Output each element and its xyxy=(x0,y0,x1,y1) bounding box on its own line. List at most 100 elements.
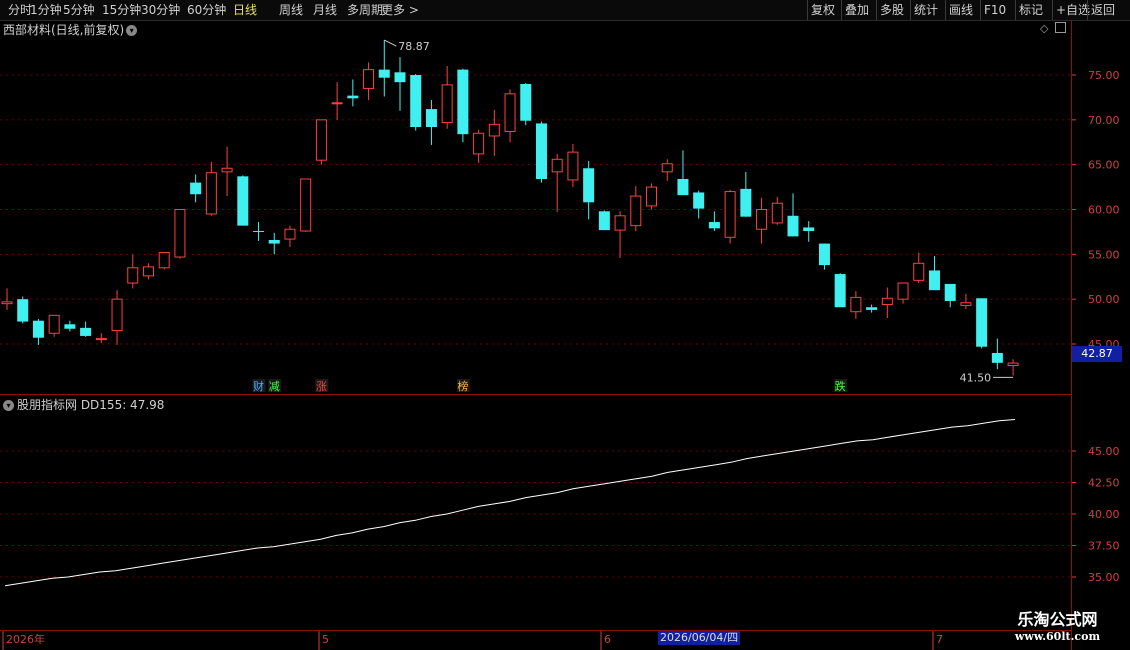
candle-body-down xyxy=(253,231,265,233)
candle-body-up xyxy=(724,191,736,238)
date-label: 5 xyxy=(322,633,329,646)
event-badge: 涨 xyxy=(316,380,327,393)
candle-body-up xyxy=(661,163,673,173)
candle-body-down xyxy=(394,72,406,83)
candle-body-up xyxy=(1,301,13,305)
candle-body-up xyxy=(630,195,642,227)
candle-body-up xyxy=(300,178,312,232)
candle-body-down xyxy=(347,95,359,99)
candle-body-up xyxy=(48,314,60,334)
candle-body-down xyxy=(425,109,437,128)
candle-body-down xyxy=(787,215,799,237)
date-label: 2026年 xyxy=(6,632,45,646)
candle-body-down xyxy=(944,283,956,301)
candle-body-down xyxy=(693,192,705,209)
watermark-url: www.60lt.com xyxy=(1014,630,1101,643)
cursor-date-label: 2026/06/04/四 xyxy=(658,631,741,645)
event-badge: 跌 xyxy=(835,379,846,393)
candle-body-up xyxy=(881,297,893,306)
candle-body-down xyxy=(410,75,422,128)
candle-body-down xyxy=(80,327,92,336)
candle-body-up xyxy=(551,158,563,173)
high-marker-line xyxy=(384,39,397,47)
event-badge: 减 xyxy=(269,380,280,393)
candle-body-up xyxy=(504,93,516,132)
candle-body-up xyxy=(174,209,186,258)
candle-body-down xyxy=(866,307,878,310)
price-tick-label: 75.00 xyxy=(1088,69,1120,82)
indicator-tick-label: 42.50 xyxy=(1088,477,1120,490)
event-badge: 财 xyxy=(253,379,264,393)
candle-body-down xyxy=(976,298,988,347)
candle-body-down xyxy=(268,239,280,244)
candle-body-down xyxy=(928,270,940,291)
dd155-line xyxy=(4,419,1016,587)
candle-body-down xyxy=(17,299,29,322)
candle-body-up xyxy=(205,172,217,215)
date-label: 7 xyxy=(936,633,943,646)
candle-body-up xyxy=(127,267,139,284)
candle-body-down xyxy=(708,222,720,229)
candle-body-down xyxy=(457,69,469,135)
candle-body-down xyxy=(677,179,689,196)
candle-body-down xyxy=(991,352,1003,363)
kline-chart[interactable]: 75.00 70.00 65.00 60.00 55.00 50.00 45.00 78.87… xyxy=(0,0,1130,650)
candle-body-down xyxy=(834,274,846,308)
candle-body-up xyxy=(913,262,925,281)
indicator-tick-label: 45.00 xyxy=(1088,445,1120,458)
candle-body-down xyxy=(32,320,44,338)
candle-body-down xyxy=(740,188,752,217)
candle-body-up xyxy=(284,228,296,240)
candle-body-up xyxy=(897,282,909,300)
candle-body-up xyxy=(315,119,327,161)
candle-body-up xyxy=(960,302,972,306)
candle-body-up xyxy=(142,266,154,277)
high-marker-label: 78.87 xyxy=(398,40,430,53)
candle-body-up xyxy=(441,84,453,124)
indicator-tick-label: 37.50 xyxy=(1088,540,1120,553)
price-tick-label: 65.00 xyxy=(1088,159,1120,172)
candle-body-up xyxy=(111,298,123,332)
candle-body-down xyxy=(598,211,610,231)
candle-body-up xyxy=(95,338,107,341)
date-axis-divider xyxy=(0,630,1072,631)
candle-body-up xyxy=(646,186,658,207)
indicator-tick-label: 35.00 xyxy=(1088,571,1120,584)
chevron-down-icon[interactable]: ▾ xyxy=(3,400,14,411)
watermark: 乐淘公式网 www.60lt.com xyxy=(990,606,1125,643)
candle-body-up xyxy=(1007,362,1019,367)
indicator-title[interactable]: ▾ 股朋指标网 DD155: 47.98 xyxy=(3,396,164,413)
watermark-title: 乐淘公式网 xyxy=(1017,610,1098,629)
pane-divider[interactable] xyxy=(0,394,1072,395)
current-price-tag: 42.87 xyxy=(1072,346,1122,362)
candle-body-up xyxy=(756,209,768,230)
candle-body-down xyxy=(535,123,547,180)
candle-body-down xyxy=(190,182,202,195)
candle-body-up xyxy=(473,132,485,155)
candle-body-up xyxy=(850,296,862,313)
candle-body-up xyxy=(567,151,579,181)
indicator-tick-label: 40.00 xyxy=(1088,508,1120,521)
low-marker-label: 41.50 xyxy=(960,371,992,384)
candle-body-down xyxy=(583,168,595,203)
candle-body-up xyxy=(488,123,500,137)
event-badge: 榜 xyxy=(457,379,468,393)
candle-body-up xyxy=(158,252,170,269)
candle-body-up xyxy=(614,215,626,231)
candle-body-down xyxy=(378,69,390,78)
candle-body-down xyxy=(818,243,830,266)
candle-body-down xyxy=(64,324,76,329)
candle-body-down xyxy=(237,176,249,226)
candle-body-up xyxy=(363,69,375,89)
candle-body-up xyxy=(331,102,343,105)
price-tick-label: 60.00 xyxy=(1088,204,1120,217)
indicator-title-text: 股朋指标网 DD155: 47.98 xyxy=(17,398,165,412)
date-label: 6 xyxy=(604,633,611,646)
candle-body-down xyxy=(803,227,815,232)
candle-body-down xyxy=(520,83,532,121)
candle-body-up xyxy=(221,167,233,173)
price-tick-label: 55.00 xyxy=(1088,248,1120,261)
price-tick-label: 50.00 xyxy=(1088,293,1120,306)
price-tick-label: 70.00 xyxy=(1088,114,1120,127)
axis-divider xyxy=(1071,20,1072,650)
